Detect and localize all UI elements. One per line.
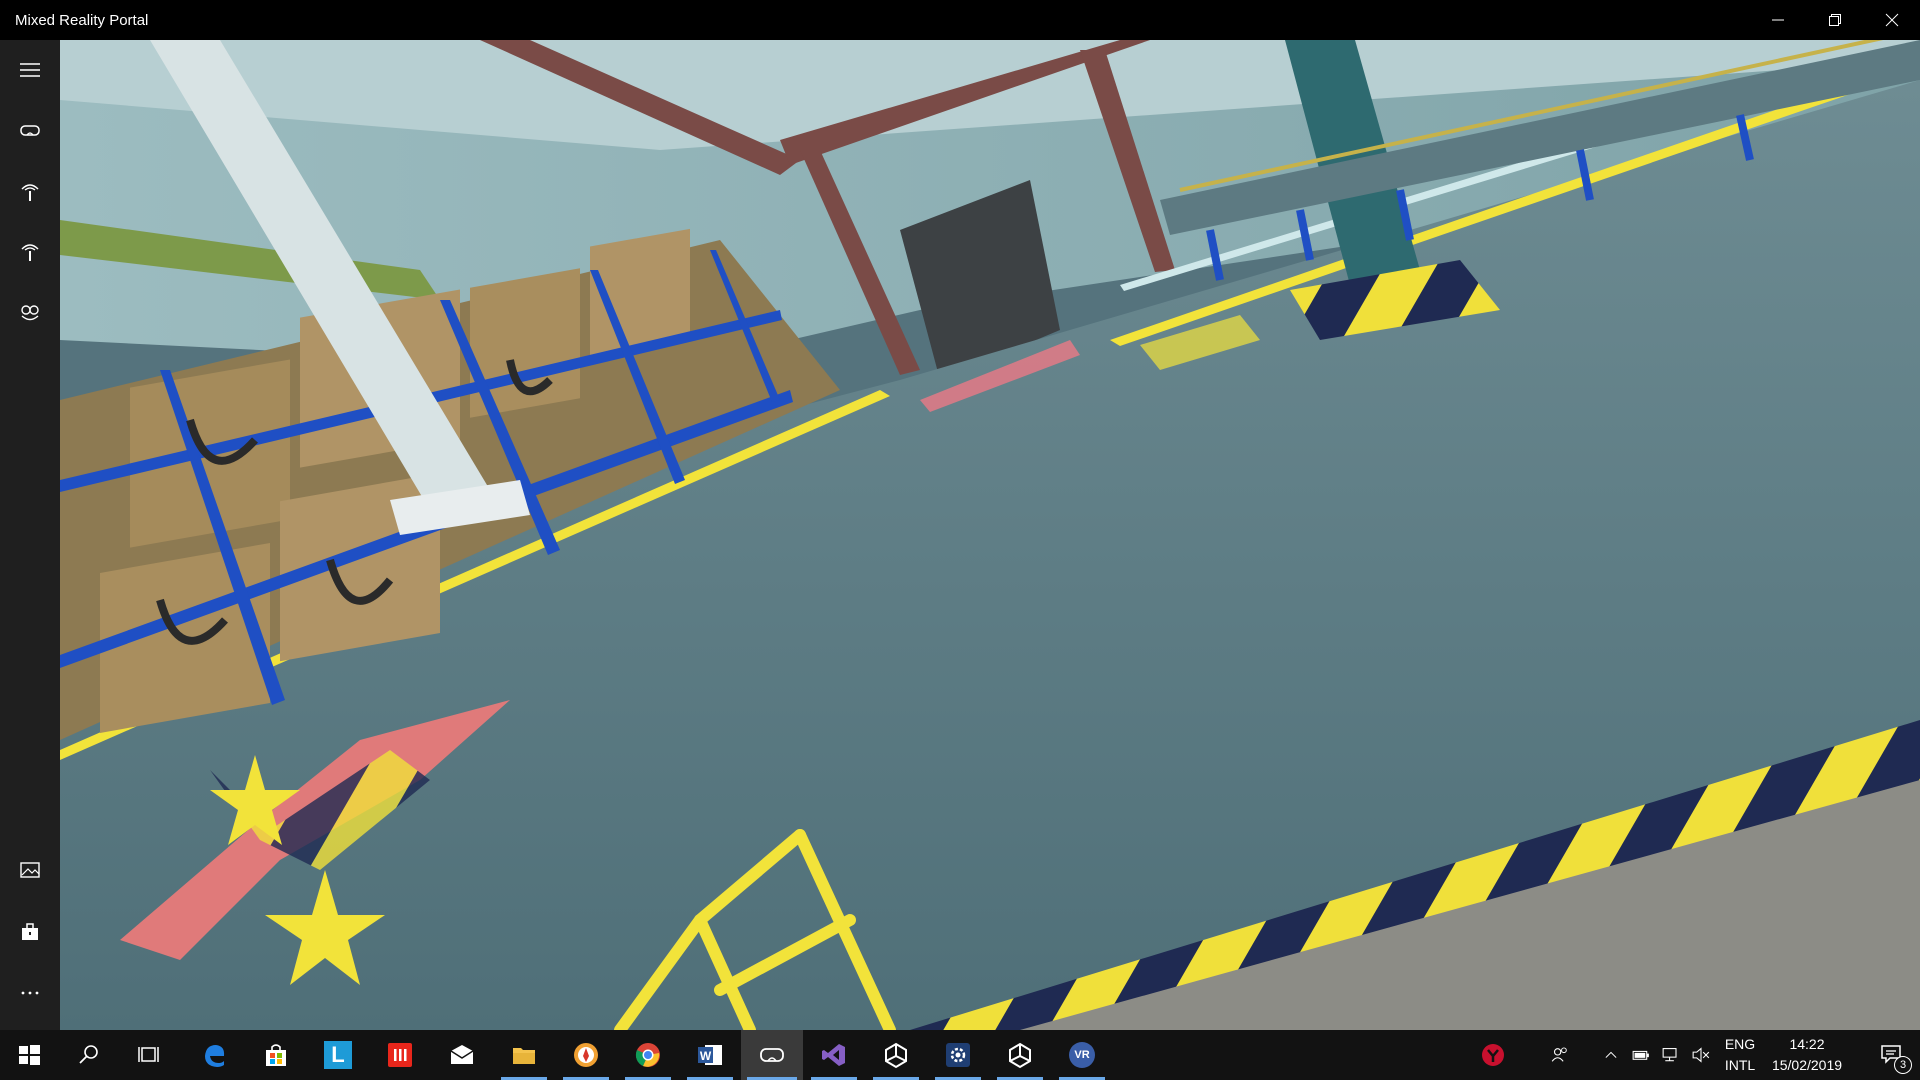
vr-app-button[interactable]: VR: [1053, 1030, 1111, 1080]
unity-button-2[interactable]: [991, 1030, 1049, 1080]
visual-studio-button[interactable]: [805, 1030, 863, 1080]
mixed-reality-button[interactable]: [741, 1030, 803, 1080]
briefcase-nav-button[interactable]: [0, 908, 60, 956]
motion-controller-alt-icon: [21, 244, 39, 261]
task-view-button[interactable]: [120, 1030, 178, 1080]
title-bar: Mixed Reality Portal: [0, 0, 1920, 40]
show-hidden-icons-button[interactable]: [1597, 1030, 1625, 1080]
network-button[interactable]: [1657, 1030, 1685, 1080]
headset-nav-button[interactable]: [0, 106, 60, 154]
clock[interactable]: 14:22 15/02/2019: [1764, 1034, 1850, 1076]
volume-muted-icon: [1692, 1047, 1710, 1063]
word-icon: W: [698, 1045, 722, 1065]
store-icon: [266, 1044, 286, 1066]
battery-icon: [1632, 1050, 1649, 1060]
vr-icon: VR: [1069, 1042, 1095, 1068]
mail-icon: [450, 1045, 474, 1064]
red-app-icon: [388, 1043, 412, 1067]
headset-icon: [760, 1048, 784, 1062]
motion-controller-icon: [21, 184, 39, 201]
clock-time: 14:22: [1789, 1036, 1825, 1052]
l-app-icon: L: [324, 1041, 352, 1069]
navigation-rail: [0, 40, 60, 1030]
app-red-button[interactable]: [371, 1030, 429, 1080]
visual-studio-icon: [822, 1044, 845, 1066]
app-circle-button[interactable]: [557, 1030, 615, 1080]
restore-icon: [1828, 14, 1841, 26]
briefcase-icon: [22, 923, 38, 940]
more-icon: [21, 991, 39, 995]
chrome-button[interactable]: [619, 1030, 677, 1080]
file-explorer-button[interactable]: [495, 1030, 553, 1080]
mail-button[interactable]: [433, 1030, 491, 1080]
edge-button[interactable]: [185, 1030, 243, 1080]
action-center-button[interactable]: 3: [1864, 1030, 1920, 1080]
chrome-icon: [635, 1043, 660, 1067]
unity-icon: [885, 1042, 907, 1069]
motion-controller-nav-button[interactable]: [0, 168, 60, 216]
menu-icon: [20, 63, 40, 77]
language-code: ENG: [1724, 1036, 1756, 1052]
search-icon: [79, 1045, 98, 1064]
vr-viewport[interactable]: [60, 40, 1920, 1030]
windows-logo-icon: [19, 1045, 40, 1065]
photos-nav-button[interactable]: [0, 846, 60, 894]
hands-icon: [21, 305, 39, 321]
tray-red-app[interactable]: [1470, 1030, 1516, 1080]
battery-button[interactable]: [1627, 1030, 1655, 1080]
steam-button[interactable]: [929, 1030, 987, 1080]
close-button[interactable]: [1863, 0, 1920, 40]
network-icon: [1662, 1048, 1677, 1062]
store-button[interactable]: [247, 1030, 305, 1080]
red-tray-icon: [1482, 1044, 1504, 1066]
app-l-button[interactable]: L: [309, 1030, 367, 1080]
more-button[interactable]: [0, 969, 60, 1017]
restore-button[interactable]: [1806, 0, 1863, 40]
menu-button[interactable]: [0, 46, 60, 94]
close-icon: [1885, 13, 1898, 27]
clock-date: 15/02/2019: [1771, 1057, 1843, 1073]
warehouse-scene: [60, 40, 1920, 1030]
people-button[interactable]: [1540, 1030, 1580, 1080]
minimize-button[interactable]: [1749, 0, 1806, 40]
task-view-icon: [138, 1047, 159, 1062]
window-title: Mixed Reality Portal: [15, 11, 149, 29]
word-button[interactable]: W: [681, 1030, 739, 1080]
headset-icon: [20, 125, 40, 136]
folder-icon: [513, 1048, 535, 1064]
gear-app-icon: [946, 1043, 970, 1067]
svg-text:W: W: [700, 1049, 712, 1063]
notification-count-badge: 3: [1894, 1056, 1912, 1074]
hands-nav-button[interactable]: [0, 288, 60, 336]
unity-icon: [1009, 1042, 1031, 1069]
volume-button[interactable]: [1687, 1030, 1715, 1080]
search-button[interactable]: [60, 1030, 118, 1080]
circle-app-icon: [574, 1043, 598, 1067]
keyboard-layout: INTL: [1724, 1057, 1756, 1073]
chevron-up-icon: [1605, 1051, 1617, 1058]
motion-controller-alt-nav-button[interactable]: [0, 228, 60, 276]
unity-button-1[interactable]: [867, 1030, 925, 1080]
start-button[interactable]: [0, 1030, 58, 1080]
people-icon: [1551, 1047, 1567, 1062]
language-indicator[interactable]: ENG INTL: [1718, 1034, 1762, 1076]
edge-icon: [205, 1045, 225, 1067]
taskbar: L W VR ENG INTL 14:22 15/02/2019 3: [0, 1030, 1920, 1080]
minimize-icon: [1771, 19, 1784, 21]
photos-icon: [20, 862, 40, 878]
